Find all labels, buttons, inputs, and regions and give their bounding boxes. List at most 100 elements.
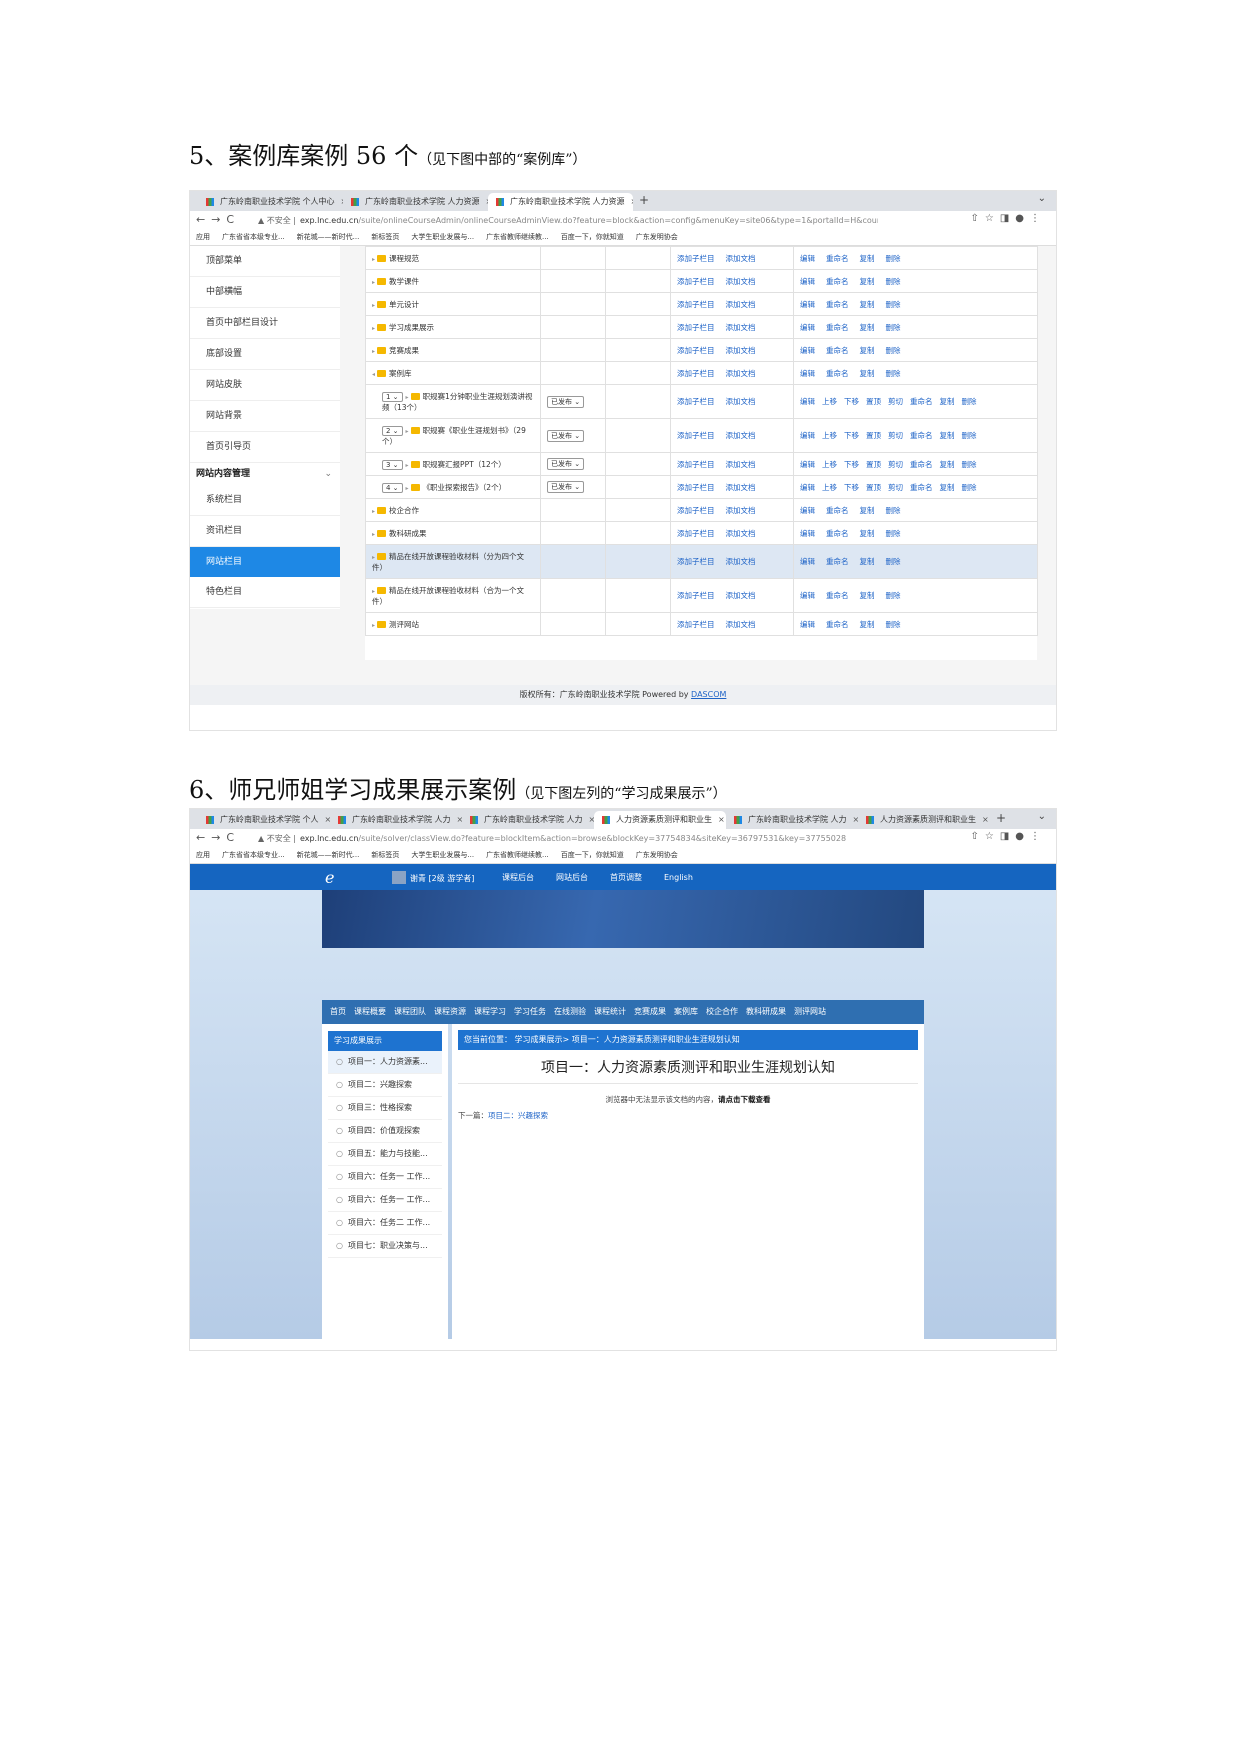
browser-tab[interactable]: 广东岭南职业技术学院 人力× <box>330 811 462 829</box>
browser-tab[interactable]: 广东岭南职业技术学院 个人× <box>198 811 330 829</box>
add-document-link[interactable]: 添加文档 <box>726 529 756 538</box>
rename-link[interactable]: 重命名 <box>826 529 849 538</box>
copy-link[interactable]: 复制 <box>940 431 955 440</box>
bookmark-item[interactable]: 百度一下，你就知道 <box>561 233 624 241</box>
course-nav-item[interactable]: 课程统计 <box>594 1000 626 1024</box>
left-list-item[interactable]: ○ 项目六：任务二 工作... <box>328 1212 442 1235</box>
top-menu-item[interactable]: 课程后台 <box>502 873 534 882</box>
order-select[interactable]: 1 ⌄ <box>382 391 403 402</box>
course-nav-item[interactable]: 测评网站 <box>794 1000 826 1024</box>
edit-link[interactable]: 编辑 <box>800 277 815 286</box>
column-name-text[interactable]: 学习成果展示 <box>389 323 434 332</box>
toolbar-icons[interactable]: ⇧☆◨●⋮ <box>970 213 1046 224</box>
add-subcolumn-link[interactable]: 添加子栏目 <box>677 254 715 263</box>
left-list-item[interactable]: ○ 项目六：任务一 工作... <box>328 1189 442 1212</box>
edit-link[interactable]: 编辑 <box>800 460 815 469</box>
add-document-link[interactable]: 添加文档 <box>726 346 756 355</box>
chevron-down-icon[interactable]: ⌄ <box>1038 811 1046 822</box>
copy-link[interactable]: 复制 <box>860 557 875 566</box>
rename-link[interactable]: 重命名 <box>826 300 849 309</box>
column-name-text[interactable]: 校企合作 <box>389 506 419 515</box>
down-link[interactable]: 下移 <box>844 460 859 469</box>
add-document-link[interactable]: 添加文档 <box>726 620 756 629</box>
add-subcolumn-link[interactable]: 添加子栏目 <box>677 346 715 355</box>
rename-link[interactable]: 重命名 <box>826 557 849 566</box>
down-link[interactable]: 下移 <box>844 431 859 440</box>
add-document-link[interactable]: 添加文档 <box>726 460 756 469</box>
bookmark-item[interactable]: 广东省省本级专业... <box>222 233 285 241</box>
column-name-text[interactable]: 精品在线开放课程验收材料（合为一个文件） <box>372 586 524 606</box>
cut-link[interactable]: 剪切 <box>888 397 903 406</box>
add-subcolumn-link[interactable]: 添加子栏目 <box>677 277 715 286</box>
expand-icon[interactable]: ▸ <box>406 462 409 469</box>
footer-brand-link[interactable]: DASCOM <box>691 690 726 699</box>
edit-link[interactable]: 编辑 <box>800 254 815 263</box>
bookmark-item[interactable]: 新花城——新时代... <box>297 233 360 241</box>
course-nav-item[interactable]: 课程资源 <box>434 1000 466 1024</box>
up-link[interactable]: 上移 <box>822 460 837 469</box>
copy-link[interactable]: 复制 <box>860 529 875 538</box>
delete-link[interactable]: 删除 <box>886 506 901 515</box>
order-select[interactable]: 2 ⌄ <box>382 425 403 436</box>
bookmark-item[interactable]: 广东发明协会 <box>636 233 678 241</box>
edit-link[interactable]: 编辑 <box>800 323 815 332</box>
browser-tab[interactable]: 广东岭南职业技术学院 个人中心× <box>198 193 343 211</box>
column-name-text[interactable]: 精品在线开放课程验收材料（分为四个文件） <box>372 552 524 572</box>
up-link[interactable]: 上移 <box>822 397 837 406</box>
add-subcolumn-link[interactable]: 添加子栏目 <box>677 431 715 440</box>
top-menu-item[interactable]: 网站后台 <box>556 873 588 882</box>
add-document-link[interactable]: 添加文档 <box>726 397 756 406</box>
delete-link[interactable]: 删除 <box>962 431 977 440</box>
course-nav-item[interactable]: 案例库 <box>674 1000 698 1024</box>
top-link[interactable]: 置顶 <box>866 431 881 440</box>
add-subcolumn-link[interactable]: 添加子栏目 <box>677 460 715 469</box>
close-icon[interactable]: × <box>631 197 633 206</box>
column-name-text[interactable]: 《职业探索报告》（2个） <box>423 483 507 492</box>
course-nav-item[interactable]: 首页 <box>330 1000 346 1026</box>
delete-link[interactable]: 删除 <box>886 300 901 309</box>
copy-link[interactable]: 复制 <box>940 460 955 469</box>
copy-link[interactable]: 复制 <box>860 506 875 515</box>
column-name-text[interactable]: 测评网站 <box>389 620 419 629</box>
toolbar-icons[interactable]: ⇧☆◨●⋮ <box>970 831 1046 842</box>
browser-tab[interactable]: 人力资源素质测评和职业生 × <box>594 811 726 829</box>
copy-link[interactable]: 复制 <box>860 346 875 355</box>
course-nav-item[interactable]: 竞赛成果 <box>634 1000 666 1024</box>
url-field[interactable]: ▲ 不安全 | exp.lnc.edu.cn/suite/solver/class… <box>258 832 878 845</box>
next-article-link[interactable]: 项目二：兴趣探索 <box>488 1111 548 1120</box>
left-list-item[interactable]: ○ 项目二：兴趣探索 <box>328 1074 442 1097</box>
rename-link[interactable]: 重命名 <box>910 397 933 406</box>
copy-link[interactable]: 复制 <box>860 591 875 600</box>
course-nav-item[interactable]: 校企合作 <box>706 1000 738 1024</box>
left-list-item[interactable]: ○ 项目一：人力资源素... <box>328 1051 442 1074</box>
sidebar-group-header[interactable]: 网站内容管理 ⌄ <box>190 463 340 485</box>
order-select[interactable]: 3 ⌄ <box>382 459 403 470</box>
expand-icon[interactable]: ▸ <box>406 394 409 401</box>
bookmark-item[interactable]: 广东省省本级专业... <box>222 851 285 859</box>
expand-icon[interactable]: ▸ <box>372 554 375 561</box>
delete-link[interactable]: 删除 <box>886 557 901 566</box>
delete-link[interactable]: 删除 <box>886 591 901 600</box>
edit-link[interactable]: 编辑 <box>800 483 815 492</box>
publish-select[interactable]: 已发布 ⌄ <box>547 481 585 493</box>
add-document-link[interactable]: 添加文档 <box>726 506 756 515</box>
up-link[interactable]: 上移 <box>822 483 837 492</box>
down-link[interactable]: 下移 <box>844 397 859 406</box>
sidebar-item[interactable]: 网站背景 <box>190 401 340 432</box>
site-logo-icon[interactable]: e <box>325 868 334 887</box>
edit-link[interactable]: 编辑 <box>800 397 815 406</box>
add-document-link[interactable]: 添加文档 <box>726 254 756 263</box>
add-subcolumn-link[interactable]: 添加子栏目 <box>677 323 715 332</box>
delete-link[interactable]: 删除 <box>886 323 901 332</box>
browser-tab[interactable]: 人力资源素质测评和职业生 × <box>858 811 990 829</box>
column-name-text[interactable]: 课程规范 <box>389 254 419 263</box>
edit-link[interactable]: 编辑 <box>800 369 815 378</box>
column-name-text[interactable]: 职规赛汇报PPT（12个） <box>423 460 506 469</box>
delete-link[interactable]: 删除 <box>886 369 901 378</box>
cut-link[interactable]: 剪切 <box>888 460 903 469</box>
copy-link[interactable]: 复制 <box>940 483 955 492</box>
browser-tab[interactable]: 广东岭南职业技术学院 人力资源 × <box>488 193 633 211</box>
course-nav-item[interactable]: 学习任务 <box>514 1000 546 1024</box>
rename-link[interactable]: 重命名 <box>826 369 849 378</box>
edit-link[interactable]: 编辑 <box>800 591 815 600</box>
